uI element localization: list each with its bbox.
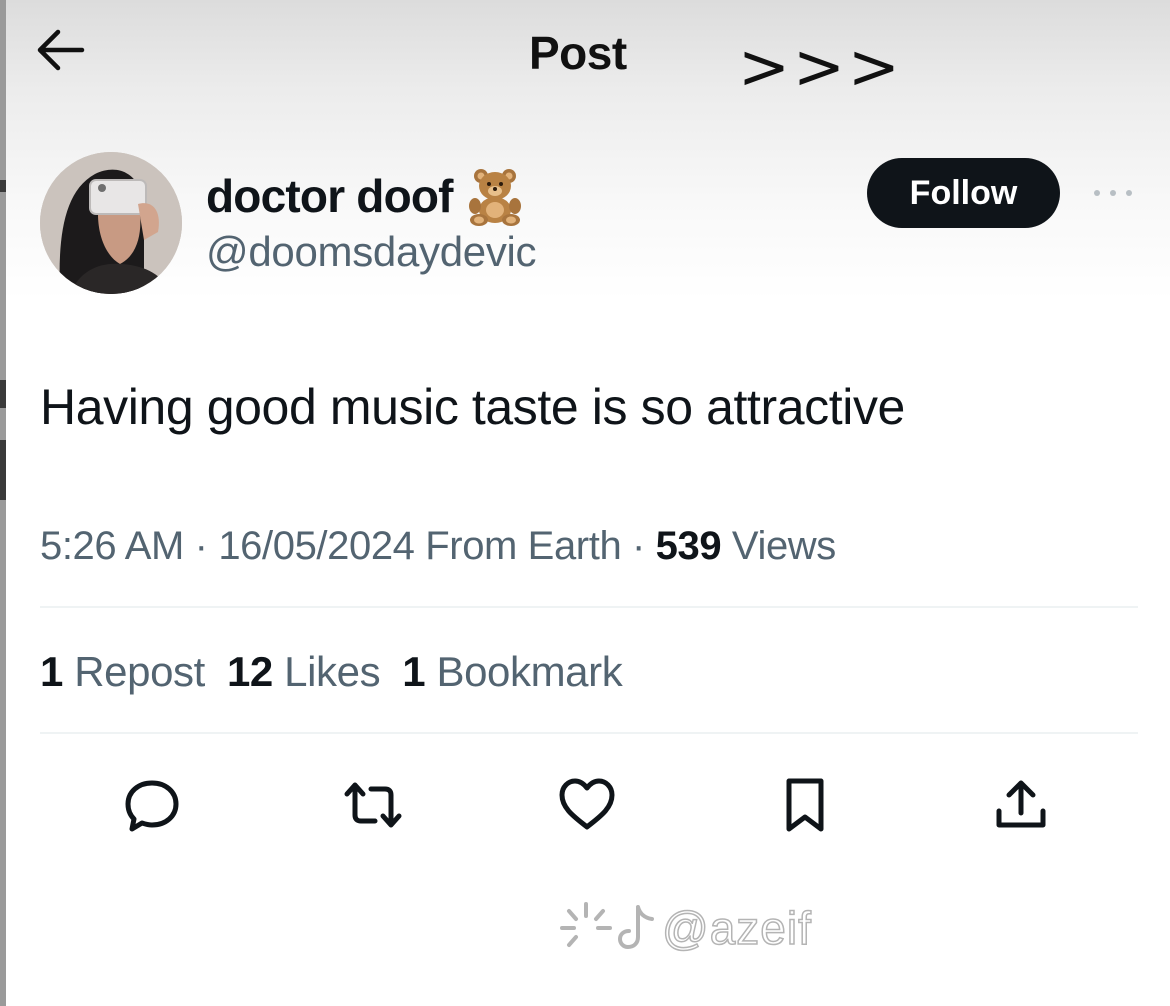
display-name[interactable]: doctor doof bbox=[206, 166, 527, 226]
reposts-count: 1 bbox=[40, 648, 63, 695]
follow-button[interactable]: Follow bbox=[867, 158, 1060, 228]
more-options-button[interactable] bbox=[1088, 178, 1138, 208]
reposts-label: Repost bbox=[74, 648, 205, 695]
bookmark-button[interactable] bbox=[770, 770, 840, 840]
repost-button[interactable] bbox=[338, 770, 408, 840]
display-name-text: doctor doof bbox=[206, 170, 454, 222]
overlay-caption: >>> bbox=[738, 30, 903, 103]
more-dots-icon bbox=[1094, 190, 1132, 196]
post-location: From Earth bbox=[425, 524, 622, 568]
meta-separator: · bbox=[621, 524, 656, 568]
reply-icon bbox=[125, 780, 179, 832]
profile-photo bbox=[40, 152, 182, 294]
watermark: @azeif bbox=[556, 898, 812, 958]
avatar[interactable] bbox=[40, 152, 182, 294]
bookmarks-stat[interactable]: 1 Bookmark bbox=[402, 648, 623, 695]
like-button[interactable] bbox=[552, 770, 622, 840]
post-text: Having good music taste is so attractive bbox=[40, 379, 905, 435]
engagement-stats: 1 Repost 12 Likes 1 Bookmark bbox=[40, 648, 644, 696]
left-edge-strip bbox=[0, 0, 6, 1006]
likes-label: Likes bbox=[284, 648, 381, 695]
back-button[interactable] bbox=[30, 26, 90, 74]
teddy-bear-emoji bbox=[463, 166, 527, 226]
watermark-text: @azeif bbox=[661, 901, 812, 955]
share-button[interactable] bbox=[986, 770, 1056, 840]
reply-button[interactable] bbox=[117, 770, 187, 840]
bookmarks-label: Bookmark bbox=[436, 648, 623, 695]
heart-icon bbox=[559, 778, 615, 830]
divider bbox=[40, 606, 1138, 608]
post-date: 16/05/2024 bbox=[218, 524, 415, 568]
post-meta: 5:26 AM · 16/05/2024 From Earth · 539 Vi… bbox=[40, 524, 836, 569]
bookmarks-count: 1 bbox=[402, 648, 426, 695]
post-time: 5:26 AM bbox=[40, 524, 184, 568]
loading-spinner-icon bbox=[560, 902, 612, 947]
likes-count: 12 bbox=[226, 648, 273, 695]
divider bbox=[40, 732, 1138, 734]
meta-separator: · bbox=[183, 524, 219, 568]
arrow-left-icon bbox=[37, 29, 85, 71]
views-count: 539 bbox=[655, 524, 722, 568]
reposts-stat[interactable]: 1 Repost bbox=[40, 648, 205, 695]
share-icon bbox=[996, 780, 1046, 828]
repost-icon bbox=[344, 782, 402, 828]
bookmark-icon bbox=[786, 778, 824, 832]
page-title: Post bbox=[529, 27, 627, 79]
user-handle[interactable]: @doomsdaydevic bbox=[206, 228, 537, 276]
likes-stat[interactable]: 12 Likes bbox=[226, 648, 381, 695]
views-label: Views bbox=[731, 524, 836, 568]
tiktok-icon bbox=[617, 905, 654, 950]
